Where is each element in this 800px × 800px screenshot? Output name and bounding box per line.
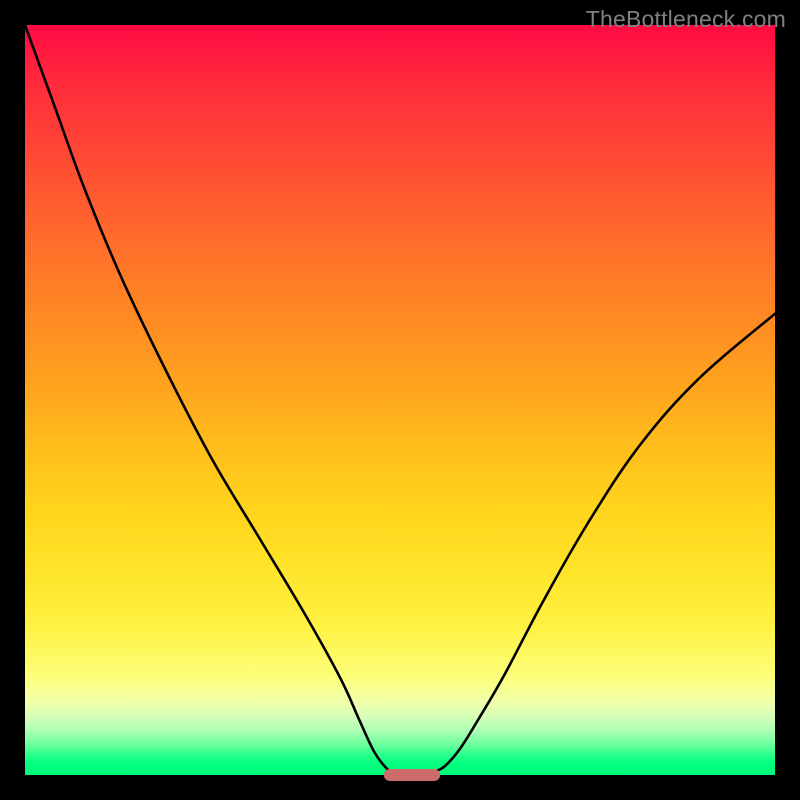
curve-left-branch [25, 25, 391, 772]
curve-right-branch [434, 314, 775, 772]
chart-overlay-svg [25, 25, 775, 775]
watermark-text: TheBottleneck.com [586, 6, 786, 33]
optimum-indicator [384, 769, 440, 781]
chart-stage: TheBottleneck.com [0, 0, 800, 800]
